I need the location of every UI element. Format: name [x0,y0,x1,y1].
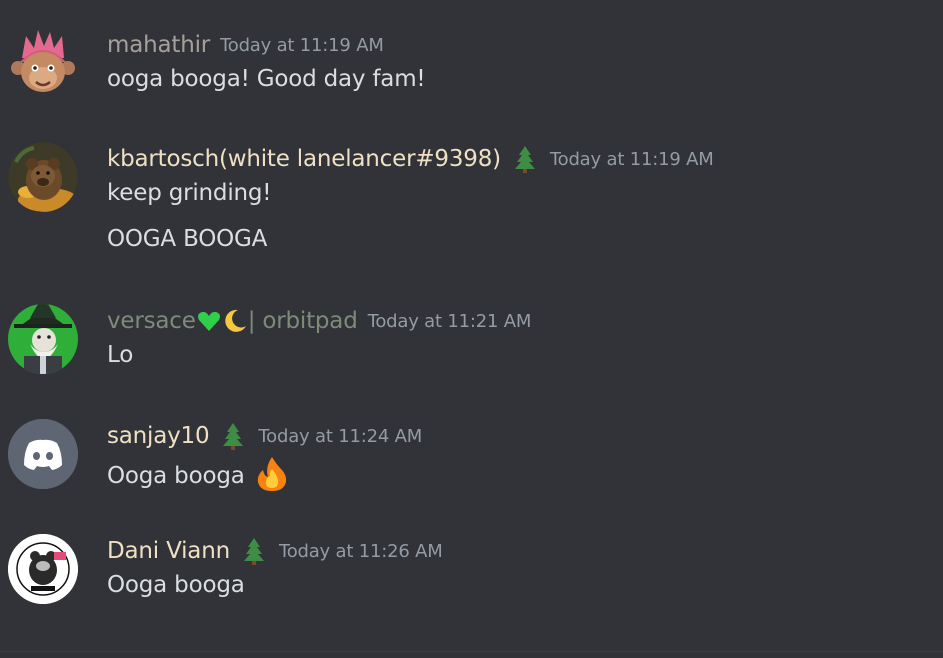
cartoon-badge-avatar-icon [8,534,78,604]
timestamp: Today at 11:24 AM [258,425,423,447]
message-header: mahathir Today at 11:19 AM [107,30,384,60]
timestamp: Today at 11:19 AM [220,34,384,56]
discord-default-avatar-icon [8,419,78,489]
message-line: Ooga booga [107,463,245,489]
chat-message-list: mahathir Today at 11:19 AM ooga booga! G… [0,0,943,658]
message-text: keep grinding! [107,180,272,206]
fire-emoji-icon [253,455,291,493]
message-header: kbartosch(white lanelancer#9398) Today a… [107,144,714,174]
username[interactable]: Dani Viann [107,538,230,564]
message-text: Ooga booga [107,455,291,493]
message-header: versace | orbitpad Today at 11:21 AM [107,306,531,336]
username[interactable]: kbartosch(white lanelancer#9398) [107,146,501,172]
message-text: Lo [107,342,134,368]
timestamp: Today at 11:26 AM [278,540,443,562]
username-suffix: | orbitpad [247,308,358,334]
timestamp: Today at 11:21 AM [367,310,532,332]
divider [0,651,943,652]
avatar[interactable] [8,142,78,212]
avatar[interactable] [8,419,78,489]
crescent-moon-icon [222,308,248,334]
avatar[interactable] [8,28,78,98]
username[interactable]: mahathir [107,32,210,58]
wizard-avatar-icon [8,304,78,374]
message-header: sanjay10 Today at 11:24 AM [107,421,422,451]
message-text: ooga booga! Good day fam! [107,66,426,92]
bear-avatar-icon [8,142,78,212]
tree-badge-icon [510,144,540,174]
avatar[interactable] [8,304,78,374]
pink-haired-character-avatar-icon [8,28,78,98]
green-heart-icon [196,308,222,334]
message-text: Ooga booga [107,572,245,598]
username[interactable]: sanjay10 [107,423,210,449]
username-prefix: versace [107,308,196,334]
timestamp: Today at 11:19 AM [549,148,714,170]
message-text: OOGA BOOGA [107,226,268,252]
tree-badge-icon [218,421,248,451]
tree-badge-icon [239,536,269,566]
avatar[interactable] [8,534,78,604]
username[interactable]: versace | orbitpad [107,308,358,334]
message-header: Dani Viann Today at 11:26 AM [107,536,443,566]
